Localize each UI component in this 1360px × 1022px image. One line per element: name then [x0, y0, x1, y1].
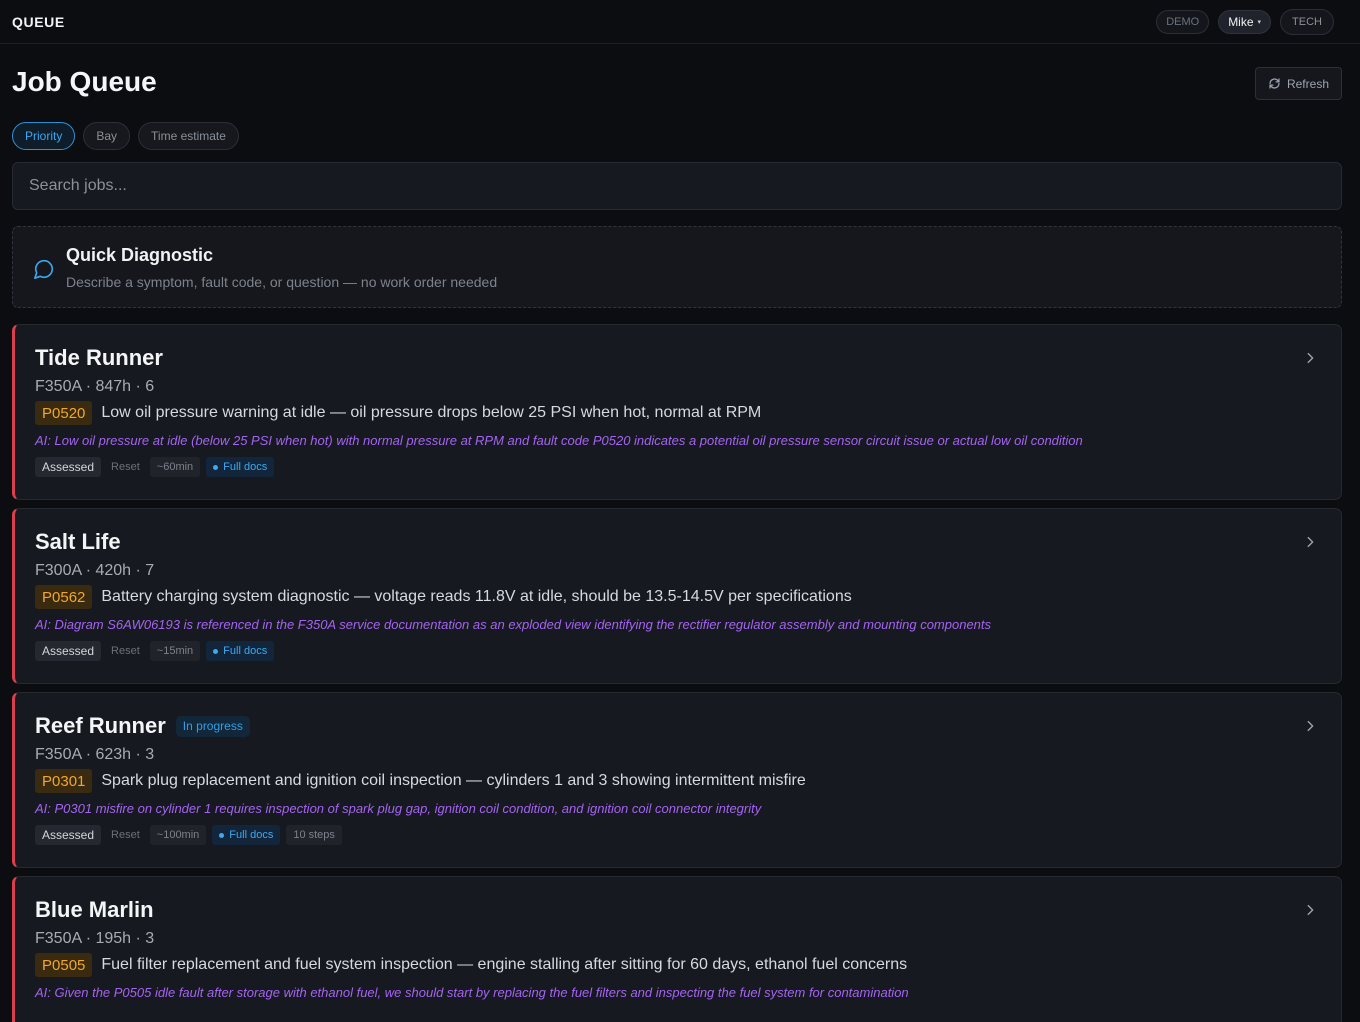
- refresh-label: Refresh: [1286, 76, 1329, 91]
- refresh-icon: [1269, 78, 1280, 89]
- chevron-right-icon: [1307, 904, 1314, 916]
- assessed-badge: Assessed: [35, 641, 102, 661]
- ai-summary: AI: Low oil pressure at idle (below 25 P…: [35, 433, 1083, 448]
- docs-badge: Full docs: [206, 641, 275, 661]
- job-card-tide-runner[interactable]: Tide Runner F350A · 847h · 6 P0520 Low o…: [12, 324, 1342, 500]
- job-name: Reef Runner: [35, 713, 166, 738]
- assessed-badge: Assessed: [35, 457, 102, 477]
- job-card-salt-life[interactable]: Salt Life F300A · 420h · 7 P0562 Battery…: [12, 508, 1342, 684]
- ai-summary: AI: Diagram S6AW06193 is referenced in t…: [35, 617, 992, 632]
- job-issue: Battery charging system diagnostic — vol…: [101, 588, 852, 605]
- top-right-controls: DEMO Mike ▾ TECH: [1156, 8, 1334, 35]
- chat-bubble-icon: [34, 259, 54, 279]
- job-meta: F300A · 420h · 7: [35, 562, 155, 579]
- ai-summary: AI: Given the P0505 idle fault after sto…: [35, 985, 909, 1000]
- chevron-right-icon: [1307, 720, 1314, 732]
- job-issue: Fuel filter replacement and fuel system …: [101, 956, 908, 973]
- job-issue-row: P0505 Fuel filter replacement and fuel s…: [35, 953, 1321, 977]
- chevron-right-icon: [1307, 352, 1314, 364]
- sort-filters: Priority Bay Time estimate: [12, 122, 239, 150]
- job-card-reef-runner[interactable]: Reef Runner In progress F350A · 623h · 3…: [12, 692, 1342, 868]
- ai-summary: AI: P0301 misfire on cylinder 1 requires…: [35, 801, 762, 816]
- quick-diagnostic-text: Quick Diagnostic Describe a symptom, fau…: [66, 245, 497, 290]
- fault-code-badge: P0520: [35, 401, 93, 425]
- page-header: Job Queue Refresh: [12, 64, 1342, 100]
- job-issue-row: P0301 Spark plug replacement and ignitio…: [35, 769, 1321, 793]
- docs-badge: Full docs: [212, 825, 281, 845]
- steps-badge: 10 steps: [286, 825, 342, 845]
- job-name: Tide Runner: [35, 345, 163, 370]
- filter-bay[interactable]: Bay: [83, 122, 131, 150]
- quick-diagnostic-title: Quick Diagnostic: [66, 244, 214, 265]
- docs-label: Full docs: [223, 645, 268, 657]
- filter-time-estimate[interactable]: Time estimate: [138, 122, 239, 150]
- job-issue-row: P0562 Battery charging system diagnostic…: [35, 585, 1321, 609]
- user-menu-button[interactable]: Mike ▾: [1218, 9, 1272, 34]
- docs-label: Full docs: [229, 829, 274, 841]
- time-estimate-badge: ~100min: [149, 825, 207, 845]
- time-estimate-badge: ~60min: [149, 457, 201, 477]
- quick-diagnostic-subtitle: Describe a symptom, fault code, or quest…: [66, 273, 498, 290]
- time-estimate-badge: ~15min: [149, 641, 201, 661]
- job-issue: Spark plug replacement and ignition coil…: [101, 772, 806, 789]
- docs-label: Full docs: [223, 461, 268, 473]
- chevron-down-icon: ▾: [1257, 18, 1262, 26]
- top-bar: QUEUE DEMO Mike ▾ TECH: [0, 0, 1360, 44]
- job-issue: Low oil pressure warning at idle — oil p…: [101, 404, 762, 421]
- search-input[interactable]: [29, 177, 1325, 195]
- job-tags: Assessed Reset ~15min Full docs: [35, 641, 1321, 661]
- status-badge: In progress: [175, 715, 250, 737]
- dot-icon: [213, 464, 219, 470]
- user-name: Mike: [1228, 14, 1254, 29]
- chevron-right-icon: [1307, 536, 1314, 548]
- job-tags: Assessed Reset ~60min Full docs: [35, 457, 1321, 477]
- job-meta: F350A · 623h · 3: [35, 746, 155, 763]
- job-tags: Assessed Reset ~100min Full docs 10 step…: [35, 825, 1321, 845]
- job-meta: F350A · 195h · 3: [35, 930, 155, 947]
- assessed-badge: Assessed: [35, 825, 102, 845]
- quick-diagnostic-card[interactable]: Quick Diagnostic Describe a symptom, fau…: [12, 226, 1342, 308]
- job-header: Blue Marlin: [35, 897, 1321, 923]
- search-box: [12, 162, 1342, 210]
- role-toggle-button[interactable]: TECH: [1280, 8, 1334, 35]
- page-title: Job Queue: [12, 66, 157, 97]
- fault-code-badge: P0301: [35, 769, 93, 793]
- reset-button[interactable]: Reset: [107, 825, 144, 845]
- job-name: Salt Life: [35, 529, 121, 554]
- job-name: Blue Marlin: [35, 897, 154, 922]
- dot-icon: [219, 832, 225, 838]
- job-header: Salt Life: [35, 529, 1321, 555]
- reset-button[interactable]: Reset: [107, 641, 144, 661]
- job-card-blue-marlin[interactable]: Blue Marlin F350A · 195h · 3 P0505 Fuel …: [12, 876, 1342, 1022]
- dot-icon: [213, 648, 219, 654]
- docs-badge: Full docs: [206, 457, 275, 477]
- refresh-button[interactable]: Refresh: [1254, 67, 1342, 100]
- job-header: Reef Runner In progress: [35, 713, 1321, 739]
- job-header: Tide Runner: [35, 345, 1321, 371]
- fault-code-badge: P0505: [35, 953, 93, 977]
- job-meta: F350A · 847h · 6: [35, 378, 155, 395]
- app-brand: QUEUE: [12, 13, 65, 30]
- job-issue-row: P0520 Low oil pressure warning at idle —…: [35, 401, 1321, 425]
- fault-code-badge: P0562: [35, 585, 93, 609]
- demo-badge: DEMO: [1156, 9, 1210, 34]
- reset-button[interactable]: Reset: [107, 457, 144, 477]
- filter-priority[interactable]: Priority: [12, 122, 76, 150]
